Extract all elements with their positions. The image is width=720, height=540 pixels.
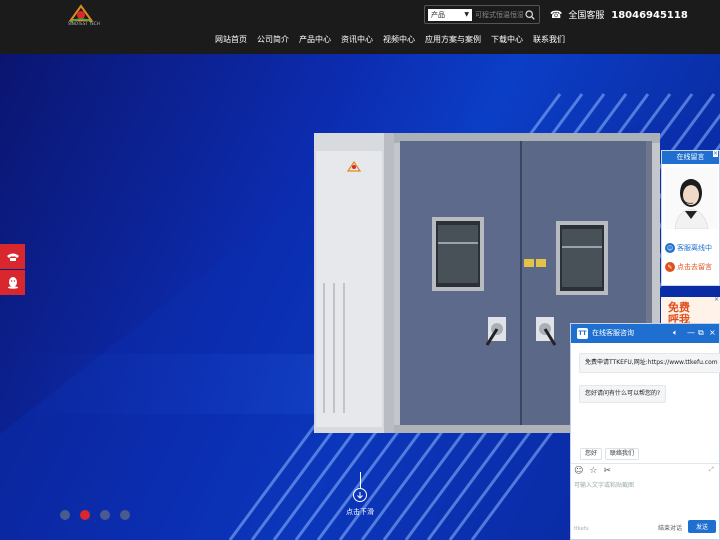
end-chat-button[interactable]: 结束对话 — [658, 523, 682, 532]
hotline-number[interactable]: 18046945118 — [611, 10, 688, 21]
quick-reply-contact[interactable]: 联络我们 — [605, 448, 640, 460]
search-icon — [525, 10, 535, 20]
search-category-select[interactable]: 产品 ▼ — [428, 9, 472, 21]
pencil-icon: ✎ — [665, 262, 675, 272]
chat-greeting-message: 您好请问有什么可以帮您的? — [579, 385, 667, 403]
nav-item-news[interactable]: 资讯中心 — [341, 34, 373, 45]
phone-icon — [6, 253, 19, 261]
message-row-offline[interactable]: ☺ 客服离线中 — [665, 241, 718, 255]
chat-toolbar: ☺ ☆ ✂ — [574, 466, 611, 476]
quick-reply-hello[interactable]: 您好 — [580, 448, 603, 460]
scroll-down-hint[interactable]: 点击下滑 — [340, 472, 380, 517]
arrow-down-icon — [353, 488, 367, 502]
nav-item-home[interactable]: 网站首页 — [215, 34, 247, 45]
minimize-icon[interactable]: — — [687, 328, 695, 338]
slider-dot-2[interactable] — [80, 510, 90, 520]
slider-dot-1[interactable] — [60, 510, 70, 520]
free-call-text: 免费 呼我 — [668, 302, 690, 326]
close-icon[interactable]: × — [709, 328, 716, 338]
qq-icon — [7, 277, 18, 289]
popout-icon[interactable]: ⧉ — [698, 328, 704, 338]
search-category-label: 产品 — [431, 11, 445, 19]
search-input[interactable] — [475, 9, 523, 21]
nav-item-downloads[interactable]: 下载中心 — [491, 34, 523, 45]
chat-messages: 免费申请TTKEFU,网址:https://www.ttkefu.com 您好请… — [571, 343, 720, 461]
slider-dot-4[interactable] — [120, 510, 130, 520]
resize-icon[interactable]: ⤢ — [709, 466, 714, 474]
site-header: SINOTEST TECH 产品 ▼ ☎ 全国客服 18046945118 网站… — [0, 0, 720, 54]
scroll-down-label: 点击下滑 — [346, 508, 374, 516]
logo-caption: SINOTEST TECH — [68, 21, 100, 26]
chat-divider — [571, 463, 719, 464]
nav-item-solutions[interactable]: 应用方案与案例 — [425, 34, 481, 45]
slider-dot-3[interactable] — [100, 510, 110, 520]
side-phone-button[interactable] — [0, 244, 25, 269]
message-widget-title: 在线留言 — [662, 151, 719, 164]
chat-title: 在线客服咨询 — [592, 329, 634, 337]
speaker-icon[interactable]: 🔈︎ — [673, 328, 678, 338]
online-message-widget: 在线留言 × ☺ 客服离线中 ✎ 点击去留言 — [661, 150, 720, 286]
message-row-leave-label: 点击去留言 — [677, 263, 712, 271]
nav-item-videos[interactable]: 视频中心 — [383, 34, 415, 45]
scissors-icon[interactable]: ✂ — [603, 466, 611, 476]
chat-header: TT 在线客服咨询 🔈︎ — ⧉ × — [571, 324, 719, 343]
side-contact-float — [0, 244, 25, 296]
chat-brand: ttkefu — [574, 526, 589, 532]
agent-avatar — [665, 167, 718, 230]
chat-input[interactable] — [574, 480, 714, 520]
send-button[interactable]: 发送 — [688, 520, 716, 533]
search-button[interactable] — [523, 8, 537, 22]
nav-item-about[interactable]: 公司简介 — [257, 34, 289, 45]
emoji-icon[interactable]: ☺ — [574, 466, 583, 476]
close-icon[interactable]: × — [712, 150, 718, 157]
search-box: 产品 ▼ — [424, 5, 540, 24]
side-qq-button[interactable] — [0, 270, 25, 295]
nav-item-contact[interactable]: 联系我们 — [533, 34, 565, 45]
chat-panel: TT 在线客服咨询 🔈︎ — ⧉ × 免费申请TTKEFU,网址:https:/… — [570, 323, 720, 540]
phone-icon: ☎ — [550, 10, 563, 21]
hotline-label: 全国客服 — [568, 11, 605, 21]
chevron-down-icon: ▼ — [464, 11, 469, 18]
star-icon[interactable]: ☆ — [589, 466, 597, 476]
hotline: ☎ 全国客服 18046945118 — [550, 8, 688, 21]
main-nav: 网站首页 公司简介 产品中心 资讯中心 视频中心 应用方案与案例 下载中心 联系… — [215, 34, 575, 45]
scroll-line — [359, 472, 361, 488]
nav-item-products[interactable]: 产品中心 — [299, 34, 331, 45]
message-row-offline-label: 客服离线中 — [677, 244, 712, 252]
chat-intro-message: 免费申请TTKEFU,网址:https://www.ttkefu.com — [579, 353, 720, 373]
close-icon[interactable]: × — [714, 297, 719, 303]
free-call-widget[interactable]: 免费 呼我 × — [661, 297, 720, 325]
message-row-leave-message[interactable]: ✎ 点击去留言 — [665, 260, 718, 274]
chat-logo: TT — [577, 328, 588, 339]
slider-pagination — [60, 510, 130, 520]
agent-icon: ☺ — [665, 243, 675, 253]
